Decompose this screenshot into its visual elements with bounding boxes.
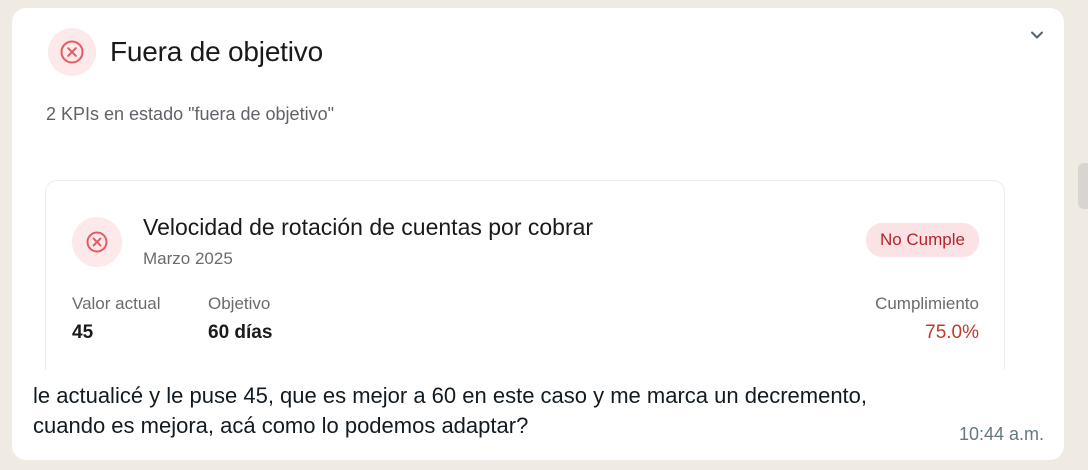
metric-current: Valor actual 45 [72, 294, 161, 344]
metric-label: Valor actual [72, 294, 161, 313]
metric-compliance: Cumplimiento 75.0% [875, 294, 979, 344]
section-header: Fuera de objetivo [48, 28, 323, 76]
kpi-period: Marzo 2025 [143, 249, 233, 268]
metric-value: 60 días [208, 322, 273, 343]
message-menu-button[interactable] [1022, 20, 1052, 50]
status-badge: No Cumple [865, 223, 979, 257]
kpi-title: Velocidad de rotación de cuentas por cob… [143, 214, 594, 240]
x-circle-icon [48, 28, 96, 76]
metric-value: 45 [72, 322, 94, 343]
message-text: le actualicé y le puse 45, que es mejor … [33, 383, 868, 438]
metric-label: Objetivo [208, 294, 271, 313]
section-subtitle: 2 KPIs en estado "fuera de objetivo" [46, 104, 334, 124]
message-timestamp: 10:44 a.m. [958, 424, 1044, 444]
metric-label: Cumplimiento [875, 294, 979, 313]
section-title: Fuera de objetivo [110, 36, 323, 67]
message-bubble: Fuera de objetivo 2 KPIs en estado "fuer… [12, 8, 1064, 460]
chat-scroll-handle[interactable] [1078, 163, 1088, 209]
x-circle-icon [72, 217, 122, 267]
metric-value: 75.0% [925, 322, 979, 343]
metric-target: Objetivo 60 días [208, 294, 272, 344]
chevron-down-icon [1031, 31, 1043, 39]
kpi-card[interactable]: Velocidad de rotación de cuentas por cob… [45, 180, 1005, 370]
